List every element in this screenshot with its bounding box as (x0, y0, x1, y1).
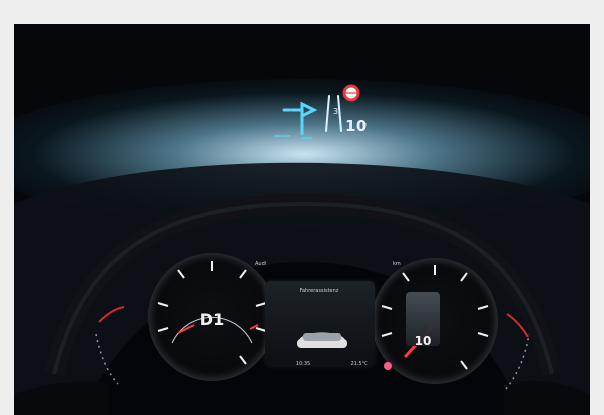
instrument-cluster-scene: 3 10 m D1 10 Fahrerassistenz 10:35 21.5°… (14, 24, 590, 415)
side-arc-lights (95, 306, 530, 390)
